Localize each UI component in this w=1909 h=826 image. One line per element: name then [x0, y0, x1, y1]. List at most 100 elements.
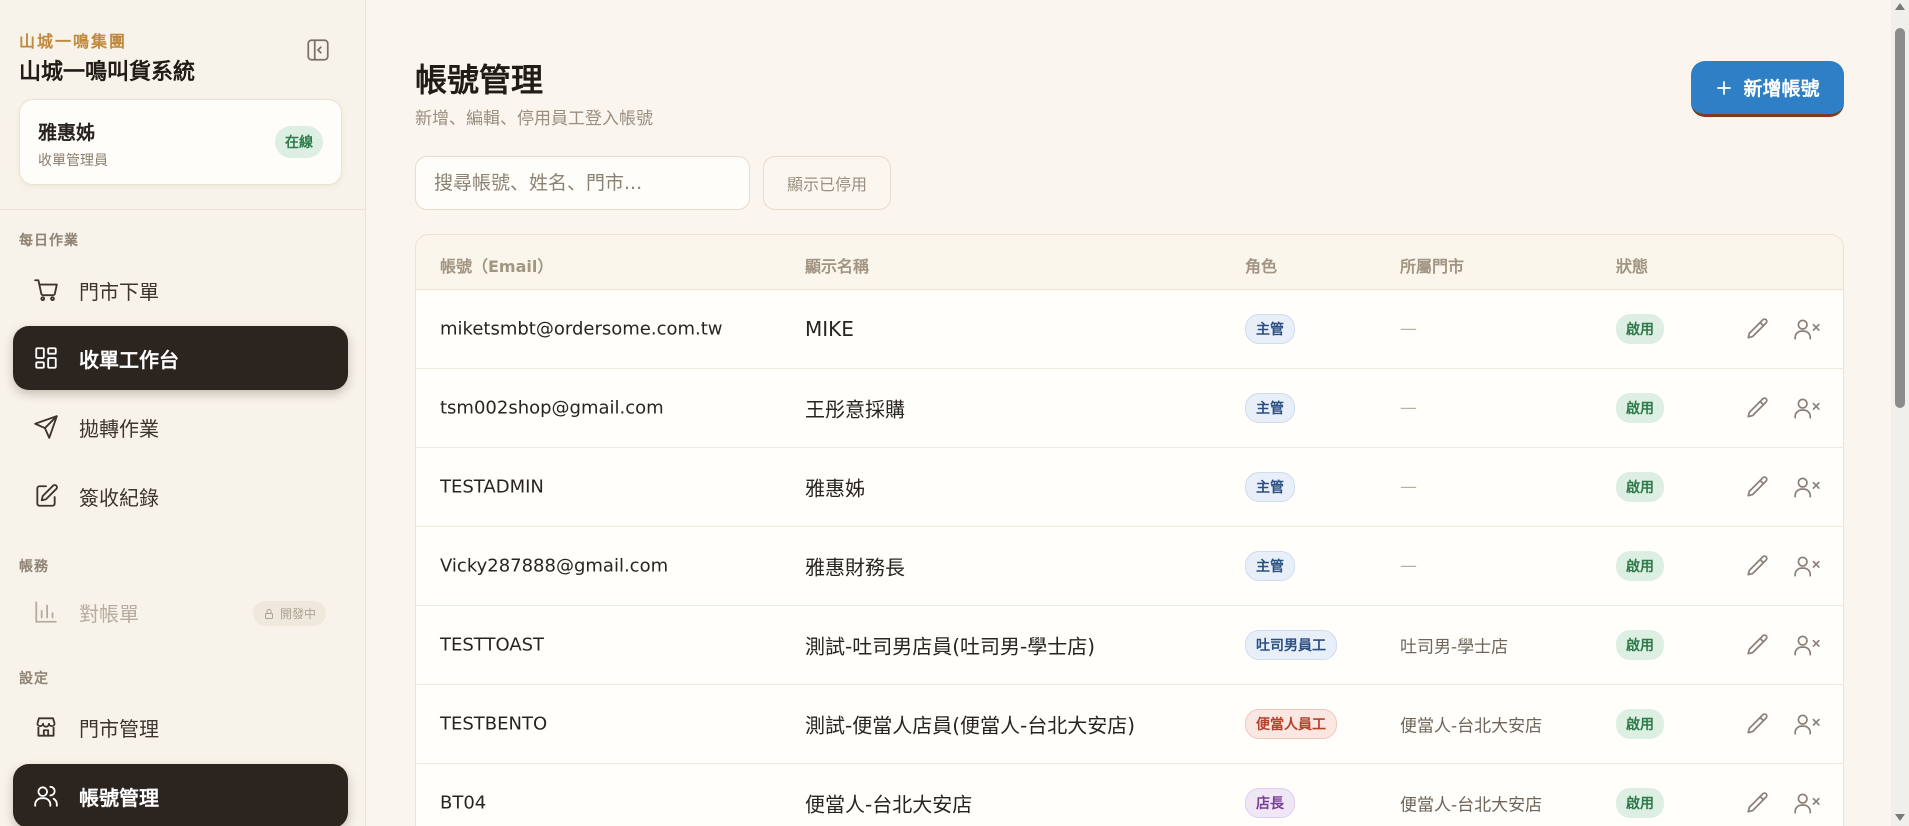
in-development-label: 開發中 — [279, 607, 316, 621]
account-email: TESTTOAST — [440, 634, 545, 656]
table-row: TESTADMIN 雅惠姊 主管 — 啟用 — [416, 448, 1843, 527]
column-header-name: 顯示名稱 — [805, 257, 870, 276]
account-store: — — [1400, 319, 1417, 339]
add-account-button[interactable]: 新增帳號 — [1691, 61, 1844, 117]
role-badge: 主管 — [1245, 551, 1295, 581]
role-badge: 吐司男員工 — [1245, 630, 1337, 660]
table-row: tsm002shop@gmail.com 王彤意採購 主管 — 啟用 — [416, 369, 1843, 448]
cart-icon — [33, 277, 59, 303]
scrollbar-thumb[interactable] — [1895, 28, 1905, 408]
section-label-daily: 每日作業 — [19, 233, 79, 249]
table-row: BT04 便當人-台北大安店 店長 便當人-台北大安店 啟用 — [416, 764, 1843, 826]
column-header-status: 狀態 — [1616, 257, 1649, 276]
deactivate-user-icon[interactable] — [1793, 711, 1821, 737]
user-card: 雅惠姊 收單管理員 在線 — [19, 99, 342, 185]
edit-note-icon — [33, 483, 59, 509]
in-development-badge: 開發中 — [252, 601, 326, 626]
edit-icon[interactable] — [1745, 395, 1771, 421]
search-input[interactable] — [415, 156, 750, 210]
account-name: 雅惠財務長 — [805, 555, 905, 580]
account-email: miketsmbt@ordersome.com.tw — [440, 318, 723, 340]
account-name: MIKE — [805, 317, 854, 341]
account-name: 測試-便當人店員(便當人-台北大安店) — [805, 713, 1136, 738]
sidebar-item-label: 帳號管理 — [79, 785, 159, 810]
status-badge: 啟用 — [1616, 551, 1664, 581]
dashboard-icon — [33, 345, 59, 371]
account-store: 吐司男-學士店 — [1400, 637, 1509, 658]
add-account-label: 新增帳號 — [1743, 78, 1820, 100]
page-title: 帳號管理 — [415, 61, 544, 99]
role-badge: 便當人員工 — [1245, 709, 1337, 739]
deactivate-user-icon[interactable] — [1793, 790, 1821, 816]
column-header-email: 帳號（Email） — [440, 257, 554, 276]
edit-icon[interactable] — [1745, 553, 1771, 579]
sidebar-item-order-workbench[interactable]: 收單工作台 — [13, 326, 348, 390]
sidebar-item-transfer[interactable]: 拋轉作業 — [13, 395, 348, 459]
sidebar-item-statements: 對帳單 開發中 — [13, 580, 348, 644]
sidebar-item-label: 簽收紀錄 — [79, 485, 159, 510]
role-badge: 主管 — [1245, 393, 1295, 423]
status-badge: 啟用 — [1616, 630, 1664, 660]
deactivate-user-icon[interactable] — [1793, 395, 1821, 421]
account-email: TESTBENTO — [440, 713, 548, 735]
account-email: Vicky287888@gmail.com — [440, 555, 669, 577]
edit-icon[interactable] — [1745, 632, 1771, 658]
show-disabled-toggle[interactable]: 顯示已停用 — [763, 156, 891, 210]
account-name: 王彤意採購 — [805, 397, 905, 422]
edit-icon[interactable] — [1745, 790, 1771, 816]
collapse-sidebar-icon[interactable] — [305, 37, 331, 63]
sidebar-item-store-order[interactable]: 門市下單 — [13, 258, 348, 322]
account-name: 便當人-台北大安店 — [805, 792, 973, 817]
lock-icon — [264, 608, 273, 619]
account-store: — — [1400, 398, 1417, 418]
sidebar-item-receipt-records[interactable]: 簽收紀錄 — [13, 464, 348, 528]
edit-icon[interactable] — [1745, 711, 1771, 737]
deactivate-user-icon[interactable] — [1793, 474, 1821, 500]
user-name: 雅惠姊 — [38, 122, 96, 144]
table-row: TESTTOAST 測試-吐司男店員(吐司男-學士店) 吐司男員工 吐司男-學士… — [416, 606, 1843, 685]
sidebar-item-label: 門市管理 — [79, 716, 159, 741]
sidebar-item-label: 門市下單 — [79, 279, 159, 304]
page-subtitle: 新增、編輯、停用員工登入帳號 — [415, 109, 653, 129]
account-email: TESTADMIN — [440, 476, 544, 498]
table-row: TESTBENTO 測試-便當人店員(便當人-台北大安店) 便當人員工 便當人-… — [416, 685, 1843, 764]
page-scrollbar[interactable] — [1891, 0, 1909, 826]
account-name: 雅惠姊 — [805, 476, 865, 501]
sidebar: 山城一鳴集團 山城一鳴叫貨系統 雅惠姊 收單管理員 在線 每日作業 門市下單 收 — [0, 0, 366, 826]
edit-icon[interactable] — [1745, 474, 1771, 500]
role-badge: 主管 — [1245, 314, 1295, 344]
account-store: — — [1400, 477, 1417, 497]
deactivate-user-icon[interactable] — [1793, 632, 1821, 658]
edit-icon[interactable] — [1745, 316, 1771, 342]
role-badge: 店長 — [1245, 788, 1295, 818]
section-label-accounts: 帳務 — [19, 559, 49, 575]
main-content: 帳號管理 新增、編輯、停用員工登入帳號 新增帳號 顯示已停用 帳號（Email）… — [366, 0, 1891, 826]
scroll-down-arrow-icon[interactable] — [1895, 814, 1905, 821]
status-badge: 啟用 — [1616, 393, 1664, 423]
deactivate-user-icon[interactable] — [1793, 553, 1821, 579]
table-row: miketsmbt@ordersome.com.tw MIKE 主管 — 啟用 — [416, 290, 1843, 369]
account-email: tsm002shop@gmail.com — [440, 397, 664, 419]
table-header: 帳號（Email） 顯示名稱 角色 所屬門市 狀態 — [416, 235, 1843, 290]
scroll-up-arrow-icon[interactable] — [1895, 3, 1905, 10]
status-badge: 啟用 — [1616, 709, 1664, 739]
account-store: — — [1400, 556, 1417, 576]
account-name: 測試-吐司男店員(吐司男-學士店) — [805, 634, 1096, 659]
deactivate-user-icon[interactable] — [1793, 316, 1821, 342]
store-icon — [33, 714, 59, 740]
role-badge: 主管 — [1245, 472, 1295, 502]
account-email: BT04 — [440, 792, 487, 814]
table-row: Vicky287888@gmail.com 雅惠財務長 主管 — 啟用 — [416, 527, 1843, 606]
sidebar-item-label: 收單工作台 — [79, 347, 179, 372]
send-icon — [33, 414, 59, 440]
sidebar-item-store-management[interactable]: 門市管理 — [13, 695, 348, 759]
sidebar-item-label: 對帳單 — [79, 601, 139, 626]
sidebar-divider — [0, 209, 366, 210]
plus-icon — [1717, 80, 1732, 95]
user-role: 收單管理員 — [38, 153, 108, 169]
sidebar-item-account-management[interactable]: 帳號管理 — [13, 764, 348, 826]
status-badge: 啟用 — [1616, 788, 1664, 818]
column-header-role: 角色 — [1245, 257, 1278, 276]
brand-subtitle: 山城一鳴集團 — [19, 32, 128, 51]
account-store: 便當人-台北大安店 — [1400, 795, 1543, 816]
